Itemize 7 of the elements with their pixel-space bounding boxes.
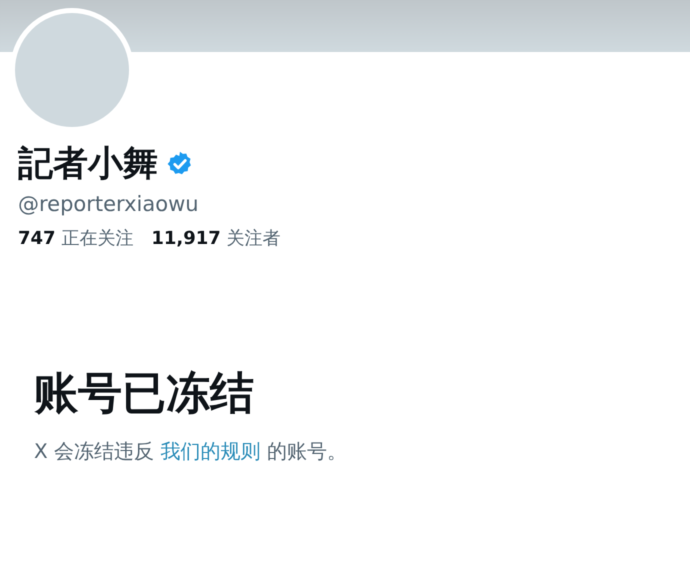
follow-count-link[interactable]: 11,917 关注者 xyxy=(151,226,281,250)
display-name: 記者小舞 xyxy=(18,143,158,186)
rules-link[interactable]: 我们的规则 xyxy=(160,439,260,463)
username-handle: @reporterxiaowu xyxy=(18,192,200,216)
follow-count-link[interactable]: 747 正在关注 xyxy=(18,226,134,250)
suspension-message: X 会冻结违反 我们的规则 的账号。 xyxy=(34,438,348,465)
suspended-heading: 账号已冻结 xyxy=(34,368,255,420)
